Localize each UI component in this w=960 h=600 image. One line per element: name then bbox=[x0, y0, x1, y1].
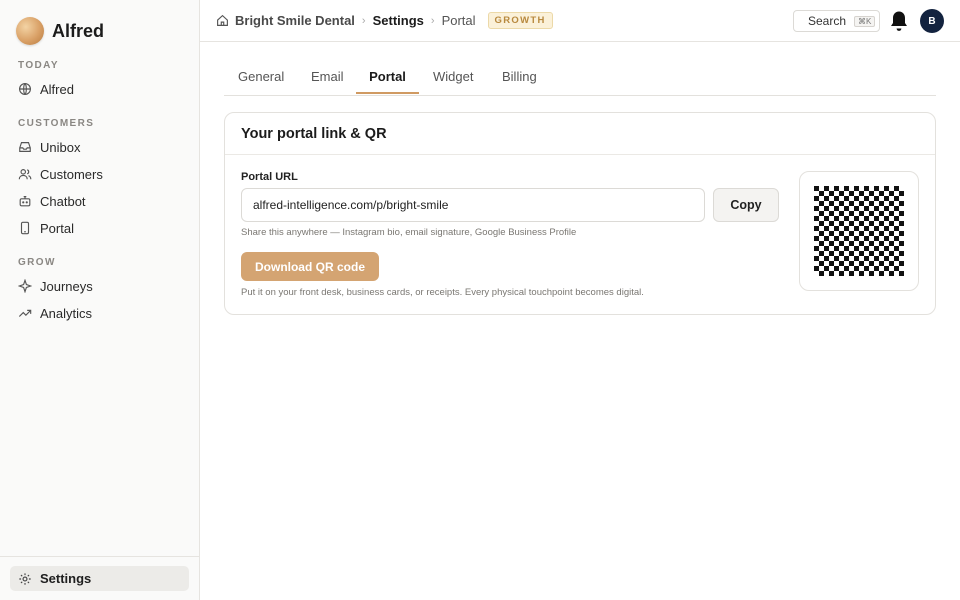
phone-icon bbox=[18, 221, 32, 235]
breadcrumb-separator: › bbox=[361, 14, 366, 27]
sidebar-item-label: Customers bbox=[40, 166, 103, 182]
sparkle-icon bbox=[18, 279, 32, 293]
portal-url-label: Portal URL bbox=[241, 171, 298, 183]
brand-name: Alfred bbox=[52, 20, 105, 41]
qr-code-container bbox=[799, 171, 919, 291]
search-shortcut: ⌘K bbox=[854, 15, 876, 27]
sidebar-item-label: Chatbot bbox=[40, 193, 86, 209]
section-label-today: TODAY bbox=[18, 60, 59, 71]
sidebar-item-label: Portal bbox=[40, 220, 74, 236]
section-label-grow: GROW bbox=[18, 257, 56, 268]
users-icon bbox=[18, 167, 32, 181]
sidebar-item-portal[interactable]: Portal bbox=[18, 217, 188, 239]
inbox-icon bbox=[18, 140, 32, 154]
sidebar-item-label: Journeys bbox=[40, 278, 93, 294]
portal-link-card: Your portal link & QR Portal URL Copy Sh… bbox=[224, 112, 936, 315]
card-title: Your portal link & QR bbox=[225, 113, 935, 155]
sidebar-item-label: Settings bbox=[40, 571, 92, 586]
sidebar-item-journeys[interactable]: Journeys bbox=[18, 275, 188, 297]
sidebar-item-label: Analytics bbox=[40, 305, 93, 321]
portal-url-input[interactable] bbox=[241, 188, 705, 222]
download-qr-button[interactable]: Download QR code bbox=[241, 252, 379, 281]
breadcrumb-settings[interactable]: Settings bbox=[373, 13, 424, 28]
tab-portal[interactable]: Portal bbox=[356, 69, 419, 94]
tab-billing[interactable]: Billing bbox=[502, 69, 537, 92]
settings-tabs: General Email Portal Widget Billing bbox=[224, 60, 936, 96]
top-bar: Bright Smile Dental › Settings › Portal … bbox=[200, 0, 960, 42]
alfred-orb-icon bbox=[16, 17, 44, 45]
avatar[interactable]: B bbox=[920, 9, 944, 33]
bell-icon[interactable] bbox=[888, 9, 910, 33]
tab-general[interactable]: General bbox=[238, 69, 284, 92]
home-icon bbox=[216, 14, 229, 27]
sidebar-item-customers[interactable]: Customers bbox=[18, 163, 188, 185]
breadcrumb-business[interactable]: Bright Smile Dental bbox=[235, 13, 355, 28]
sidebar-item-label: Alfred bbox=[40, 81, 74, 97]
search-label: Search bbox=[808, 14, 847, 28]
sidebar-divider bbox=[0, 556, 200, 557]
download-qr-hint: Put it on your front desk, business card… bbox=[241, 287, 644, 298]
globe-icon bbox=[18, 82, 32, 96]
gear-icon bbox=[18, 572, 32, 586]
qr-code-icon bbox=[814, 186, 904, 276]
tab-email[interactable]: Email bbox=[311, 69, 344, 92]
plan-badge: GROWTH bbox=[487, 12, 553, 29]
sidebar-item-unibox[interactable]: Unibox bbox=[18, 136, 188, 158]
sidebar-item-label: Unibox bbox=[40, 139, 81, 155]
tab-widget[interactable]: Widget bbox=[433, 69, 473, 92]
sidebar-item-analytics[interactable]: Analytics bbox=[18, 302, 188, 324]
bot-icon bbox=[18, 194, 32, 208]
breadcrumb-separator: › bbox=[430, 14, 435, 27]
copy-button[interactable]: Copy bbox=[713, 188, 779, 222]
breadcrumb-current-page: Portal bbox=[441, 13, 476, 28]
sidebar-item-chatbot[interactable]: Chatbot bbox=[18, 190, 188, 212]
sidebar-item-settings[interactable]: Settings bbox=[10, 566, 189, 591]
trend-icon bbox=[18, 306, 32, 320]
brand[interactable]: Alfred bbox=[16, 17, 104, 45]
sidebar: Alfred TODAY Alfred CUSTOMERS Unibox Cus… bbox=[0, 0, 200, 600]
sidebar-item-alfred[interactable]: Alfred bbox=[18, 78, 188, 100]
breadcrumb: Bright Smile Dental › Settings › Portal … bbox=[216, 12, 553, 29]
portal-url-hint: Share this anywhere — Instagram bio, ema… bbox=[241, 227, 577, 238]
search-button[interactable]: Search ⌘K bbox=[793, 10, 880, 32]
section-label-customers: CUSTOMERS bbox=[18, 118, 95, 129]
